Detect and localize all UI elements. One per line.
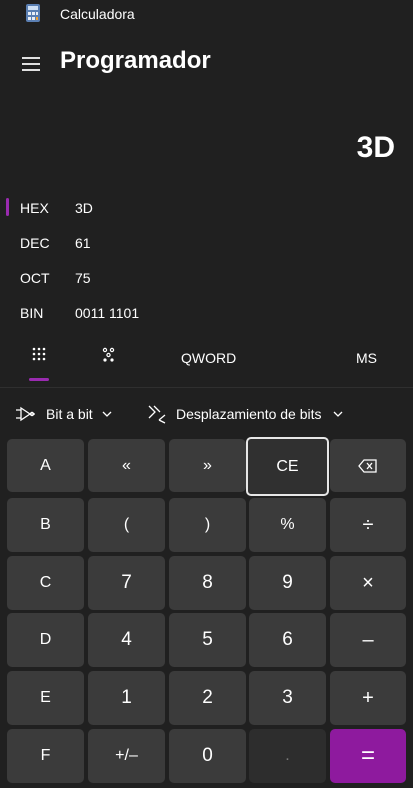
key-9[interactable]: 9 xyxy=(249,556,326,610)
keypad: A « » CE B ( ) % ÷ C 7 8 9 × D 4 5 6 – E… xyxy=(0,0,413,788)
key-d[interactable]: D xyxy=(7,613,84,667)
key-6[interactable]: 6 xyxy=(249,613,326,667)
key-4[interactable]: 4 xyxy=(88,613,165,667)
key-divide[interactable]: ÷ xyxy=(330,498,406,552)
key-rotate-left[interactable]: « xyxy=(88,439,165,492)
key-0[interactable]: 0 xyxy=(169,729,246,783)
key-8[interactable]: 8 xyxy=(169,556,246,610)
key-open-paren[interactable]: ( xyxy=(88,498,165,552)
key-negate[interactable]: +/– xyxy=(88,729,165,783)
key-b[interactable]: B xyxy=(7,498,84,552)
key-f[interactable]: F xyxy=(7,729,84,783)
backspace-icon xyxy=(358,458,377,473)
key-1[interactable]: 1 xyxy=(88,671,165,725)
key-clear-entry[interactable]: CE xyxy=(246,437,329,496)
key-subtract[interactable]: – xyxy=(330,613,406,667)
key-close-paren[interactable]: ) xyxy=(169,498,246,552)
key-multiply[interactable]: × xyxy=(330,556,406,610)
key-7[interactable]: 7 xyxy=(88,556,165,610)
key-2[interactable]: 2 xyxy=(169,671,246,725)
key-decimal: . xyxy=(249,729,326,783)
key-rotate-right[interactable]: » xyxy=(169,439,246,492)
key-c[interactable]: C xyxy=(7,556,84,610)
key-e[interactable]: E xyxy=(7,671,84,725)
key-equals[interactable]: = xyxy=(330,729,406,783)
key-backspace[interactable] xyxy=(330,439,406,492)
key-add[interactable]: + xyxy=(330,671,406,725)
key-a[interactable]: A xyxy=(7,439,84,492)
key-3[interactable]: 3 xyxy=(249,671,326,725)
key-modulo[interactable]: % xyxy=(249,498,326,552)
key-5[interactable]: 5 xyxy=(169,613,246,667)
